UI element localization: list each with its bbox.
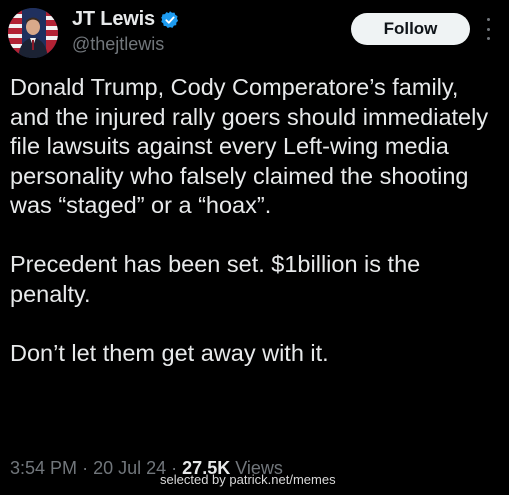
- more-dot: [486, 18, 490, 21]
- tweet-time[interactable]: 3:54 PM: [10, 458, 77, 478]
- watermark: selected by patrick.net/memes: [160, 472, 336, 487]
- tweet-paragraph: Donald Trump, Cody Comperatore’s family,…: [10, 74, 489, 218]
- author-name-row[interactable]: JT Lewis: [72, 8, 180, 31]
- meta-separator: ·: [82, 458, 89, 478]
- tweet-text: Donald Trump, Cody Comperatore’s family,…: [10, 73, 502, 368]
- more-dot: [486, 27, 490, 31]
- avatar-image: [8, 8, 58, 58]
- more-vertical-icon[interactable]: [481, 18, 495, 40]
- tweet-date[interactable]: 20 Jul 24: [93, 458, 166, 478]
- tweet-paragraph: Don’t let them get away with it.: [10, 339, 329, 366]
- display-name[interactable]: JT Lewis: [72, 8, 155, 31]
- follow-button[interactable]: Follow: [351, 13, 470, 45]
- verified-badge-icon: [160, 10, 180, 30]
- more-dot: [486, 37, 490, 40]
- tweet: JT Lewis @thejtlewis Follow Donald Trump…: [0, 0, 509, 495]
- tweet-paragraph: Precedent has been set. $1billion is the…: [10, 251, 421, 307]
- author-handle[interactable]: @thejtlewis: [72, 34, 164, 55]
- avatar[interactable]: [8, 8, 58, 58]
